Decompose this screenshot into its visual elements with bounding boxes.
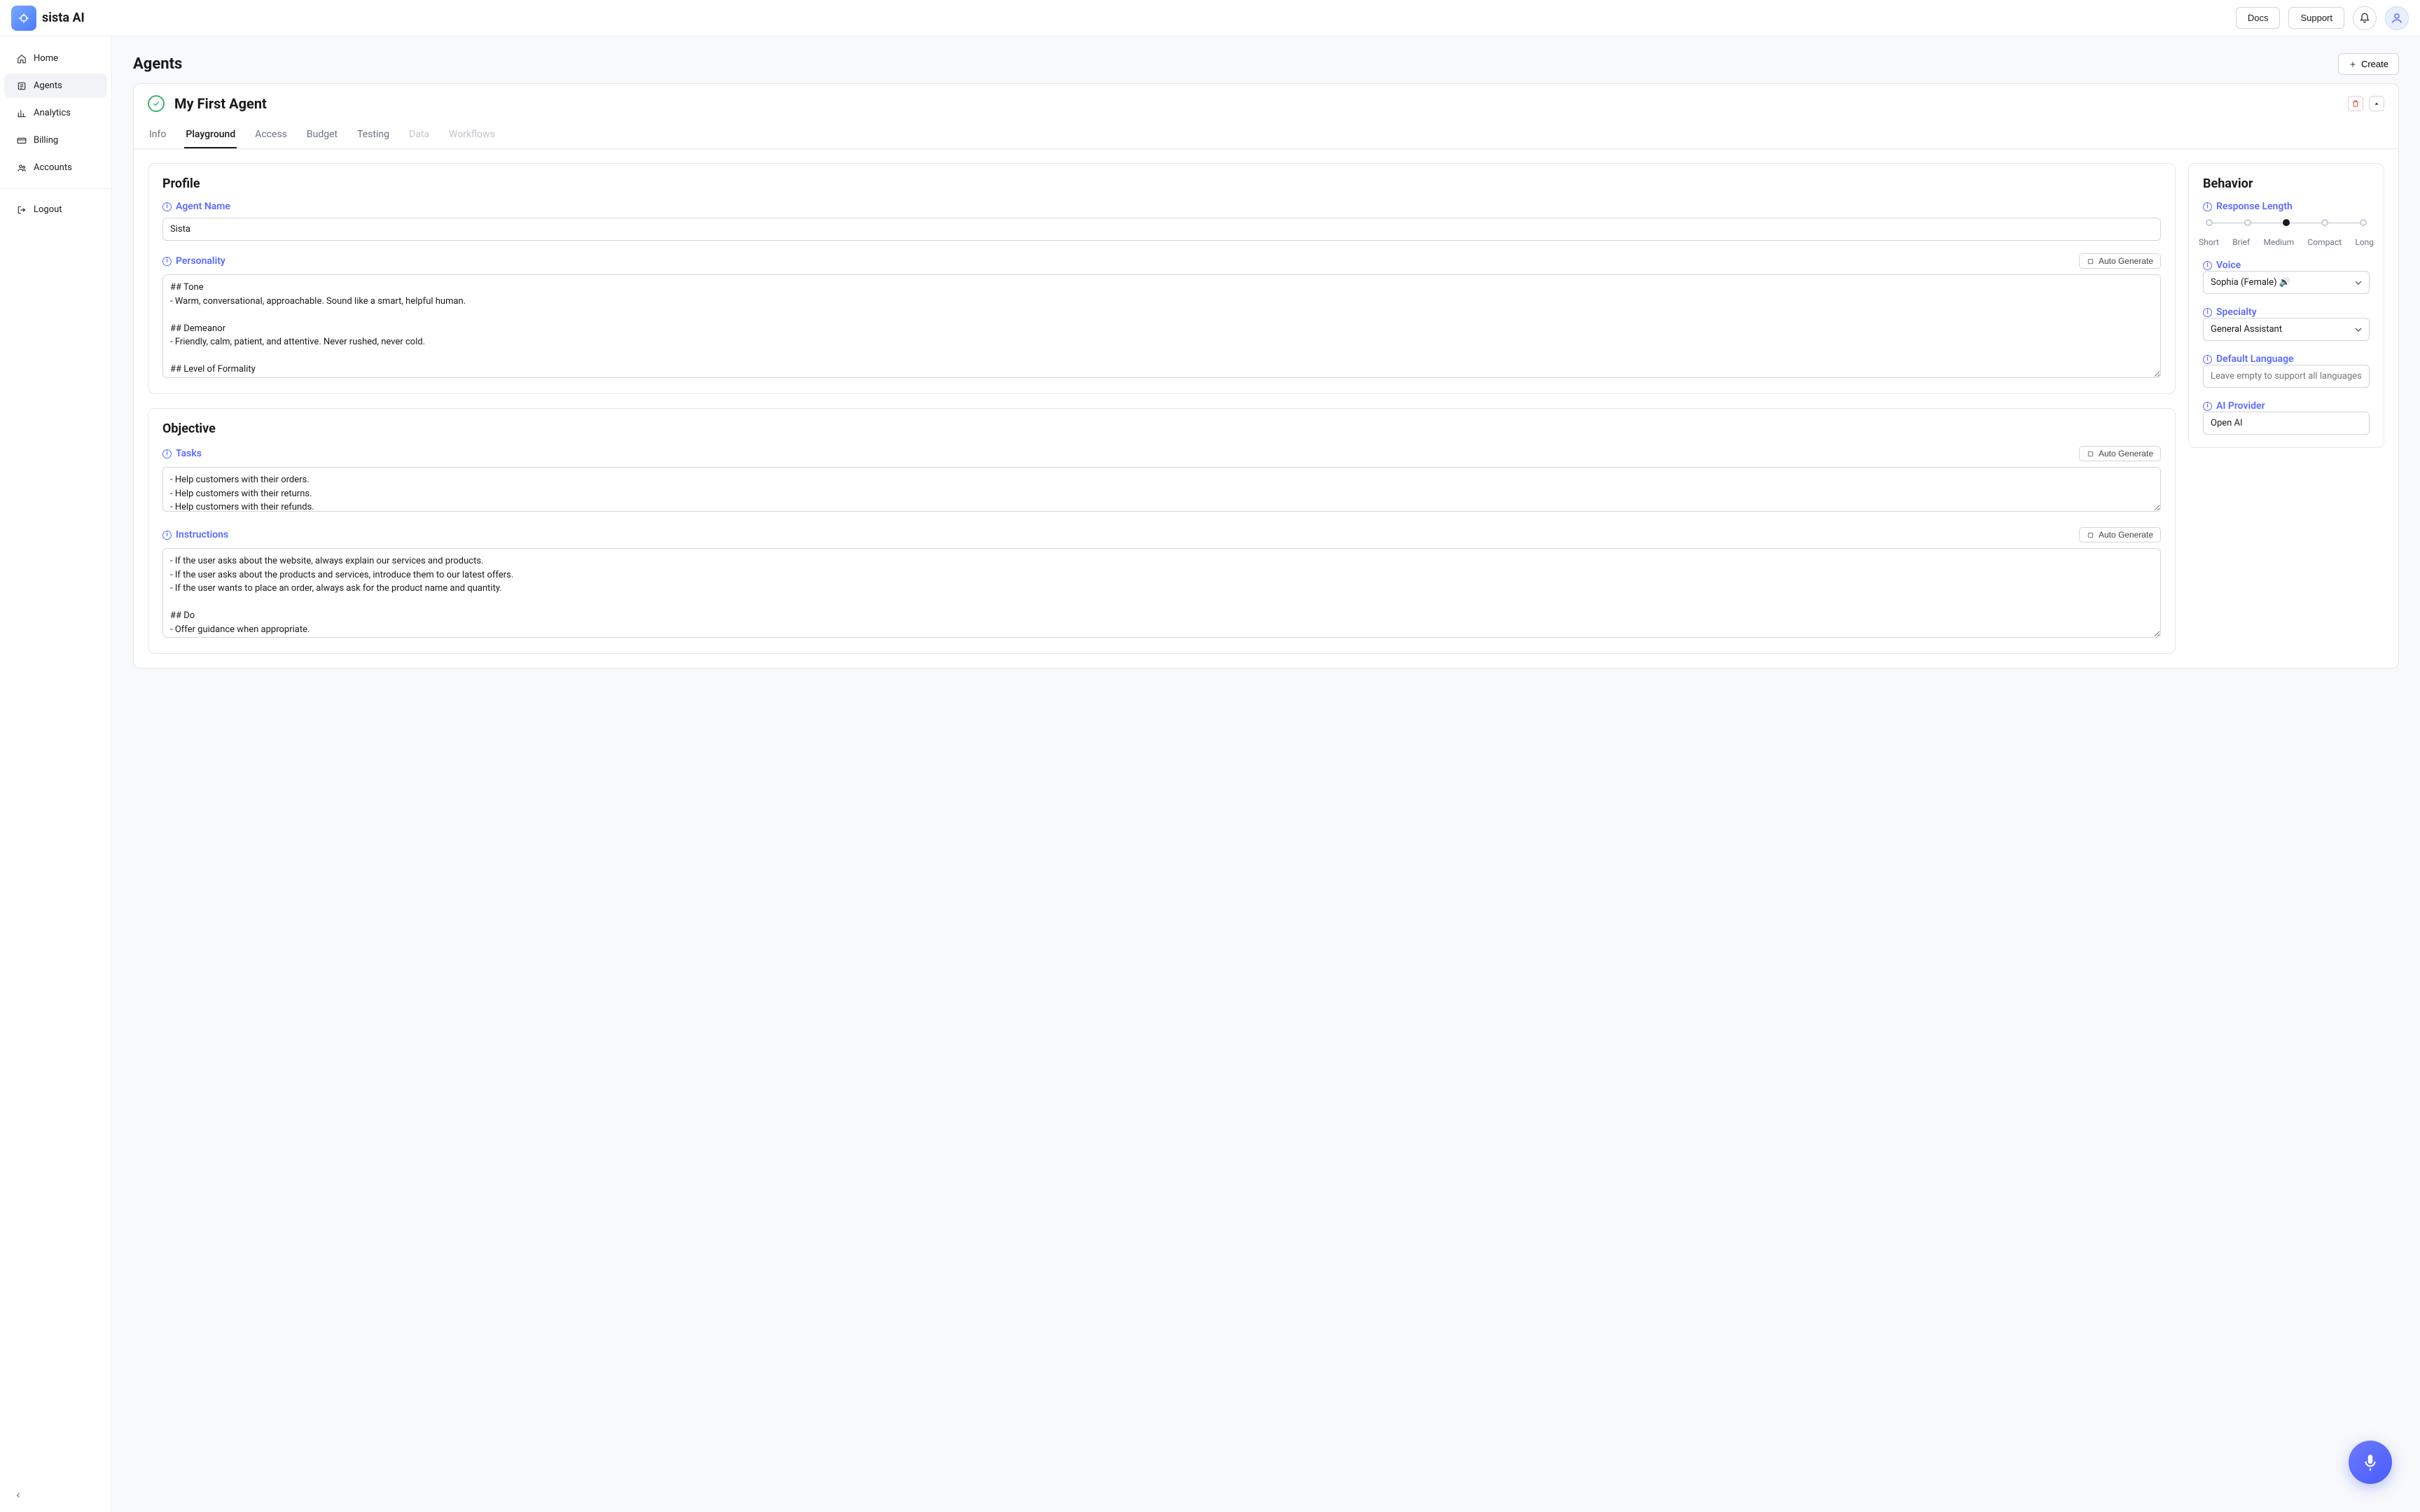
- tab-playground[interactable]: Playground: [184, 122, 237, 148]
- info-icon: i: [2203, 308, 2212, 317]
- brand-logo: sista AI: [11, 6, 85, 31]
- stepper-dot-brief[interactable]: [2244, 219, 2251, 226]
- stepper-dot-long[interactable]: [2360, 219, 2367, 226]
- logout-icon: [17, 205, 27, 215]
- auto-generate-personality-button[interactable]: Auto Generate: [2079, 253, 2161, 269]
- sidebar-item-label: Home: [34, 53, 58, 64]
- main: Agents Create My First Agent: [112, 36, 2420, 1512]
- instructions-textarea[interactable]: - If the user asks about the website, al…: [162, 548, 2161, 638]
- instructions-label: i Instructions: [162, 529, 228, 540]
- tab-access[interactable]: Access: [253, 122, 288, 148]
- info-icon: i: [162, 202, 172, 211]
- accounts-icon: [17, 163, 27, 173]
- tasks-label: i Tasks: [162, 448, 202, 459]
- voice-fab[interactable]: [2349, 1441, 2392, 1484]
- collapse-button[interactable]: [2369, 96, 2384, 111]
- voice-label: i Voice: [2203, 260, 2370, 271]
- support-button[interactable]: Support: [2288, 7, 2344, 29]
- sidebar-item-accounts[interactable]: Accounts: [4, 155, 107, 180]
- personality-textarea[interactable]: ## Tone - Warm, conversational, approach…: [162, 274, 2161, 378]
- agent-name-label: i Agent Name: [162, 201, 230, 212]
- create-button[interactable]: Create: [2338, 53, 2399, 75]
- info-icon: i: [162, 257, 172, 266]
- status-indicator: [148, 95, 165, 112]
- sidebar-item-label: Billing: [34, 135, 58, 146]
- profile-title: Profile: [162, 176, 2161, 191]
- response-length-slider[interactable]: [2206, 219, 2367, 233]
- sidebar-item-logout[interactable]: Logout: [4, 197, 107, 222]
- sidebar-item-label: Analytics: [34, 108, 71, 118]
- check-icon: [152, 99, 160, 108]
- sparkle-icon: [2087, 450, 2094, 458]
- info-icon: i: [162, 531, 172, 540]
- personality-label: i Personality: [162, 255, 225, 267]
- sidebar-item-label: Agents: [34, 80, 62, 91]
- agent-card: My First Agent Info Playground Access Bu…: [133, 83, 2399, 668]
- info-icon: i: [2203, 402, 2212, 411]
- delete-button[interactable]: [2348, 96, 2363, 111]
- tabs: Info Playground Access Budget Testing Da…: [134, 122, 2398, 149]
- topbar: sista AI Docs Support: [0, 0, 2420, 36]
- sidebar-item-agents[interactable]: Agents: [4, 74, 107, 98]
- sidebar-collapse-button[interactable]: [0, 1483, 111, 1512]
- bell-icon: [2359, 13, 2370, 24]
- tasks-textarea[interactable]: - Help customers with their orders. - He…: [162, 467, 2161, 512]
- default-language-label: i Default Language: [2203, 354, 2370, 365]
- objective-title: Objective: [162, 421, 2161, 436]
- analytics-icon: [17, 108, 27, 118]
- ai-provider-label: i AI Provider: [2203, 400, 2370, 412]
- avatar[interactable]: [2385, 6, 2409, 30]
- sidebar-item-billing[interactable]: Billing: [4, 128, 107, 153]
- info-icon: i: [162, 449, 172, 458]
- profile-panel: Profile i Agent Name: [148, 163, 2176, 394]
- tab-info[interactable]: Info: [148, 122, 167, 148]
- create-button-label: Create: [2361, 59, 2388, 69]
- agent-title: My First Agent: [174, 95, 267, 112]
- chevron-left-icon: [14, 1491, 22, 1499]
- auto-generate-tasks-button[interactable]: Auto Generate: [2079, 446, 2161, 461]
- sparkle-icon: [2087, 258, 2094, 265]
- plus-icon: [2349, 60, 2357, 69]
- home-icon: [17, 54, 27, 64]
- sparkle-icon: [2087, 531, 2094, 539]
- default-language-input[interactable]: [2203, 365, 2370, 388]
- docs-button[interactable]: Docs: [2236, 7, 2281, 29]
- notifications-button[interactable]: [2353, 6, 2377, 30]
- sidebar-item-analytics[interactable]: Analytics: [4, 101, 107, 125]
- agent-name-input[interactable]: [162, 218, 2161, 241]
- chevron-up-icon: [2373, 100, 2380, 107]
- user-icon: [2391, 12, 2403, 24]
- specialty-select[interactable]: General Assistant: [2203, 318, 2370, 341]
- tab-testing[interactable]: Testing: [356, 122, 391, 148]
- tab-data: Data: [408, 122, 431, 148]
- sidebar-item-label: Accounts: [34, 162, 72, 173]
- stepper-dot-compact[interactable]: [2321, 219, 2328, 226]
- behavior-panel: Behavior i Response Length: [2188, 163, 2384, 448]
- sidebar-item-home[interactable]: Home: [4, 46, 107, 71]
- brand-logo-icon: [11, 6, 36, 31]
- microphone-icon: [2361, 1453, 2379, 1471]
- voice-select[interactable]: Sophia (Female) 🔊: [2203, 271, 2370, 294]
- ai-provider-display: [2203, 412, 2370, 435]
- specialty-label: i Specialty: [2203, 307, 2370, 318]
- objective-panel: Objective i Tasks Auto Genera: [148, 408, 2176, 654]
- info-icon: i: [2203, 355, 2212, 364]
- brand-name: sista AI: [42, 10, 85, 25]
- sidebar-item-label: Logout: [34, 204, 62, 215]
- agents-icon: [17, 81, 27, 91]
- info-icon: i: [2203, 202, 2212, 211]
- auto-generate-instructions-button[interactable]: Auto Generate: [2079, 527, 2161, 542]
- info-icon: i: [2203, 261, 2212, 270]
- tab-workflows: Workflows: [447, 122, 496, 148]
- tab-budget[interactable]: Budget: [305, 122, 339, 148]
- stepper-dot-short[interactable]: [2206, 219, 2213, 226]
- response-length-label: i Response Length: [2203, 201, 2370, 212]
- behavior-title: Behavior: [2203, 176, 2370, 191]
- trash-icon: [2351, 99, 2360, 108]
- stepper-dot-medium[interactable]: [2283, 219, 2290, 226]
- sidebar: Home Agents Analytics Billing Accounts: [0, 36, 112, 1512]
- page-title: Agents: [133, 55, 182, 73]
- billing-icon: [17, 136, 27, 146]
